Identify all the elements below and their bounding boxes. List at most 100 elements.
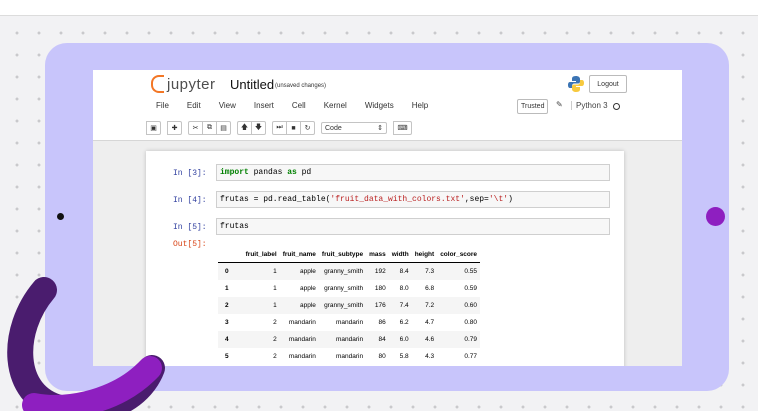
table-cell: 2 — [218, 297, 243, 314]
cell-prompt: In [4]: — [173, 196, 207, 205]
column-header: mass — [366, 247, 389, 263]
column-header: color_score — [437, 247, 481, 263]
table-cell: 0.80 — [464, 319, 478, 326]
table-cell: granny_smith — [318, 262, 367, 280]
table-cell: mandarin — [335, 353, 364, 360]
cell-prompt: In [5]: — [173, 223, 207, 232]
table-header-row: fruit_label fruit_name fruit_subtype mas… — [218, 247, 481, 263]
table-row: 2 1 apple granny_smith 176 7.4 7.2 0.60 — [218, 297, 481, 314]
table-cell: 0.60 — [437, 297, 481, 314]
table-row: 1 1 apple granny_smith 180 8.0 6.8 0.59 — [218, 280, 480, 297]
trusted-badge[interactable]: Trusted — [517, 99, 549, 114]
table-cell: 5 — [225, 353, 229, 360]
add-cell-icon[interactable]: ✚ — [167, 121, 182, 135]
table-cell: 0.59 — [464, 285, 478, 292]
column-header — [218, 247, 243, 263]
table-cell: 180 — [374, 285, 386, 292]
table-row: 5 2 mandarin mandarin 80 5.8 4.3 0.77 — [218, 348, 480, 365]
menu-insert[interactable]: Insert — [254, 101, 274, 110]
table-cell: 1 — [273, 285, 277, 292]
table-cell: 6.8 — [425, 285, 435, 292]
save-status: (unsaved changes) — [275, 83, 327, 89]
notebook-toolbar: ▣ ✚ ✂ ⧉ ▤ 🡅 🡇 ⏭ ■ ↻ Code ⇕ ⌨ — [146, 121, 418, 135]
move-down-icon[interactable]: 🡇 — [251, 121, 266, 135]
code-cell[interactable]: frutas — [216, 218, 610, 235]
table-cell: 0 — [218, 262, 243, 280]
menu-cell[interactable]: Cell — [292, 101, 306, 110]
menu-widgets[interactable]: Widgets — [365, 101, 394, 110]
table-cell: 8.4 — [388, 262, 412, 280]
menu-view[interactable]: View — [219, 101, 236, 110]
kernel-idle-icon — [613, 103, 620, 110]
table-cell: 1 — [225, 285, 229, 292]
table-cell: mandarin — [288, 353, 316, 360]
cell-type-value: Code — [325, 124, 342, 132]
run-icon[interactable]: ⏭ — [272, 121, 287, 135]
top-band — [0, 0, 758, 16]
cell-type-select[interactable]: Code ⇕ — [321, 122, 387, 134]
table-row: 4 2 mandarin mandarin 84 6.0 4.6 0.79 — [218, 331, 481, 348]
menu-kernel[interactable]: Kernel — [324, 101, 347, 110]
column-header: fruit_subtype — [318, 247, 367, 263]
save-icon[interactable]: ▣ — [146, 121, 161, 135]
table-cell: 86 — [378, 319, 386, 326]
column-header: fruit_label — [242, 247, 280, 263]
notebook-page: In [3]: import pandas as pd In [4]: frut… — [146, 151, 624, 366]
table-cell: apple — [300, 285, 316, 292]
tablet-camera-dot — [57, 213, 64, 220]
copy-icon[interactable]: ⧉ — [202, 121, 217, 135]
table-cell: 0.79 — [437, 331, 481, 348]
select-arrows-icon: ⇕ — [377, 125, 383, 132]
menu-bar: File Edit View Insert Cell Kernel Widget… — [156, 101, 446, 110]
tablet-home-button — [706, 207, 725, 226]
dataframe-table: fruit_label fruit_name fruit_subtype mas… — [218, 247, 481, 365]
table-cell: 6.2 — [399, 319, 409, 326]
jupyter-screen: jupyter Untitled (unsaved changes) Logou… — [93, 70, 682, 366]
column-header: width — [388, 247, 412, 263]
cut-icon[interactable]: ✂ — [188, 121, 203, 135]
table-cell: 8.0 — [399, 285, 409, 292]
table-cell: 5.8 — [399, 353, 409, 360]
logout-button[interactable]: Logout — [589, 75, 627, 93]
pencil-icon[interactable]: ✎ — [556, 100, 563, 109]
table-cell: apple — [279, 262, 319, 280]
paste-icon[interactable]: ▤ — [216, 121, 231, 135]
table-cell: granny_smith — [324, 285, 364, 292]
stop-icon[interactable]: ■ — [286, 121, 301, 135]
table-cell: 3 — [225, 319, 229, 326]
cell-prompt: In [3]: — [173, 169, 207, 178]
table-cell: mandarin — [279, 331, 319, 348]
restart-icon[interactable]: ↻ — [300, 121, 315, 135]
table-cell: 1 — [242, 262, 280, 280]
jupyter-logo[interactable]: jupyter — [151, 75, 216, 93]
column-header: fruit_name — [279, 247, 319, 263]
code-cell[interactable]: frutas = pd.read_table('fruit_data_with_… — [216, 191, 610, 208]
code-cell[interactable]: import pandas as pd — [216, 164, 610, 181]
menu-help[interactable]: Help — [412, 101, 428, 110]
table-cell: 2 — [273, 319, 277, 326]
menu-edit[interactable]: Edit — [187, 101, 201, 110]
table-row: 0 1 apple granny_smith 192 8.4 7.3 0.55 — [218, 262, 481, 280]
table-cell: 176 — [366, 297, 389, 314]
jupyter-logo-icon — [151, 75, 164, 93]
table-cell: 4 — [218, 331, 243, 348]
table-cell: 2 — [242, 331, 280, 348]
table-cell: 4.6 — [411, 331, 438, 348]
move-up-icon[interactable]: 🡅 — [237, 121, 252, 135]
table-cell: mandarin — [318, 331, 367, 348]
keyboard-icon[interactable]: ⌨ — [393, 121, 412, 135]
notebook-title[interactable]: Untitled — [230, 77, 274, 92]
table-cell: 7.2 — [411, 297, 438, 314]
table-cell: 80 — [378, 353, 386, 360]
table-cell: 4.7 — [425, 319, 435, 326]
table-cell: 0.55 — [437, 262, 481, 280]
table-cell: 1 — [242, 297, 280, 314]
table-cell: 2 — [273, 353, 277, 360]
table-cell: 4.3 — [425, 353, 435, 360]
column-header: height — [411, 247, 438, 263]
notebook-header: jupyter Untitled (unsaved changes) Logou… — [93, 70, 682, 141]
output-prompt: Out[5]: — [173, 240, 207, 249]
table-cell: granny_smith — [318, 297, 367, 314]
menu-file[interactable]: File — [156, 101, 169, 110]
table-cell: apple — [279, 297, 319, 314]
